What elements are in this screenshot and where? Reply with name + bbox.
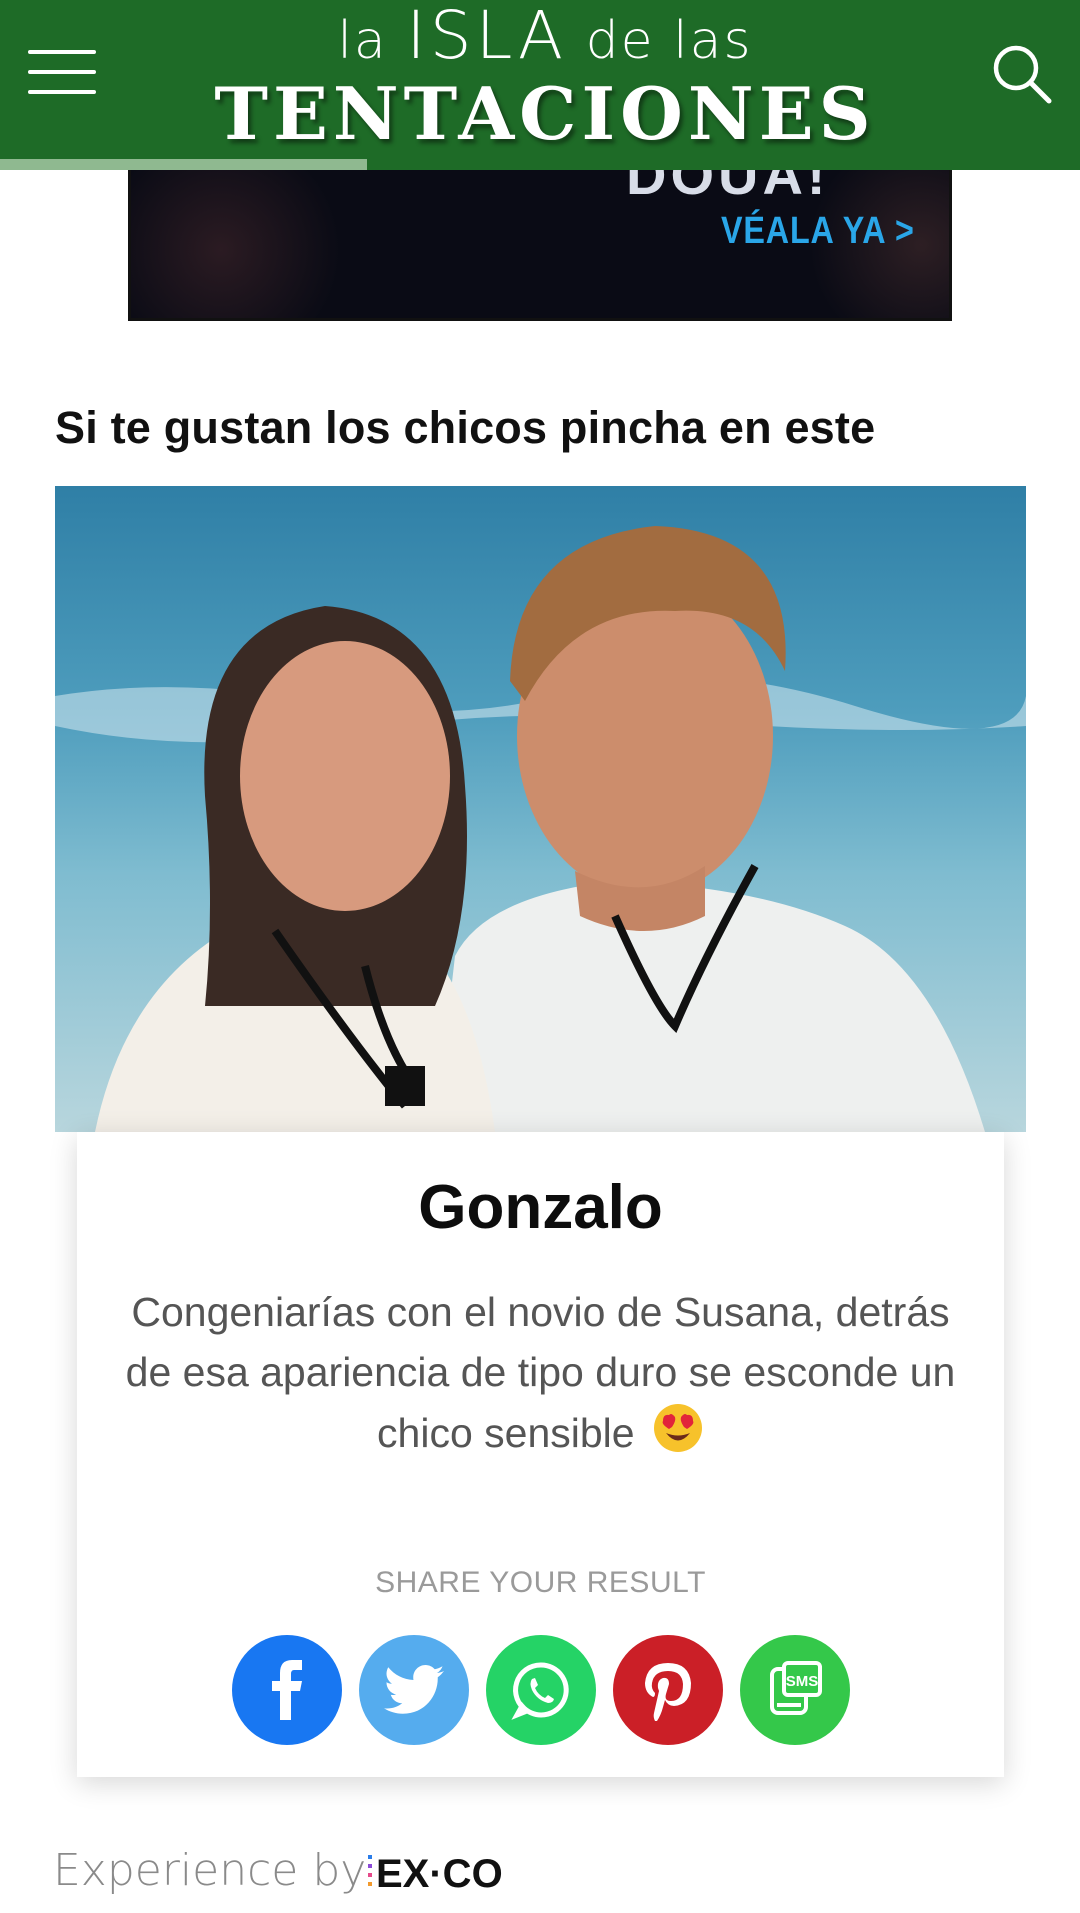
share-pinterest-button[interactable]: [613, 1635, 723, 1745]
hamburger-menu-icon: [28, 50, 96, 54]
search-icon: [993, 45, 1052, 104]
site-header: la ISLA de las TENTACIONES: [0, 0, 1080, 170]
reading-progress-bar: [0, 159, 368, 170]
exco-logo-icon: EX·CO: [368, 1852, 503, 1896]
footer-text: Experience by: [53, 1845, 367, 1896]
menu-button[interactable]: [28, 50, 96, 94]
site-logo[interactable]: la ISLA de las TENTACIONES: [200, 0, 890, 160]
logo-line-2: TENTACIONES: [214, 71, 876, 156]
result-card: Gonzalo Congeniarías con el novio de Sus…: [77, 1132, 1004, 1777]
twitter-icon: [384, 1665, 444, 1714]
share-label: SHARE YOUR RESULT: [375, 1566, 706, 1599]
pinterest-icon: [645, 1663, 691, 1721]
logo-line-1: la ISLA de las: [337, 0, 753, 74]
share-twitter-button[interactable]: [359, 1635, 469, 1745]
svg-text:EX·CO: EX·CO: [376, 1852, 503, 1896]
share-facebook-button[interactable]: [232, 1635, 342, 1745]
share-buttons: SMS: [232, 1635, 852, 1745]
exco-logo: EX·CO: [368, 1847, 518, 1902]
search-button[interactable]: [990, 42, 1054, 106]
couple-photo-illustration: [55, 486, 1026, 1132]
svg-text:SMS: SMS: [786, 1673, 819, 1690]
result-description: Congeniarías con el novio de Susana, det…: [107, 1282, 974, 1470]
ad-brand-text: DOUA!: [626, 170, 830, 206]
share-whatsapp-button[interactable]: [486, 1635, 596, 1745]
share-sms-button[interactable]: SMS: [740, 1635, 850, 1745]
whatsapp-icon: [511, 1662, 569, 1720]
facebook-icon: [272, 1660, 302, 1720]
result-photo: [55, 486, 1026, 1132]
heart-eyes-emoji: [652, 1402, 704, 1470]
result-title: Gonzalo: [418, 1173, 663, 1242]
ad-cta-link[interactable]: VÉALA YA >: [721, 210, 915, 253]
advertisement-banner[interactable]: DOUA! VÉALA YA >: [128, 170, 952, 321]
section-title: Si te gustan los chicos pincha en este: [55, 402, 876, 453]
sms-icon: SMS: [770, 1661, 822, 1715]
